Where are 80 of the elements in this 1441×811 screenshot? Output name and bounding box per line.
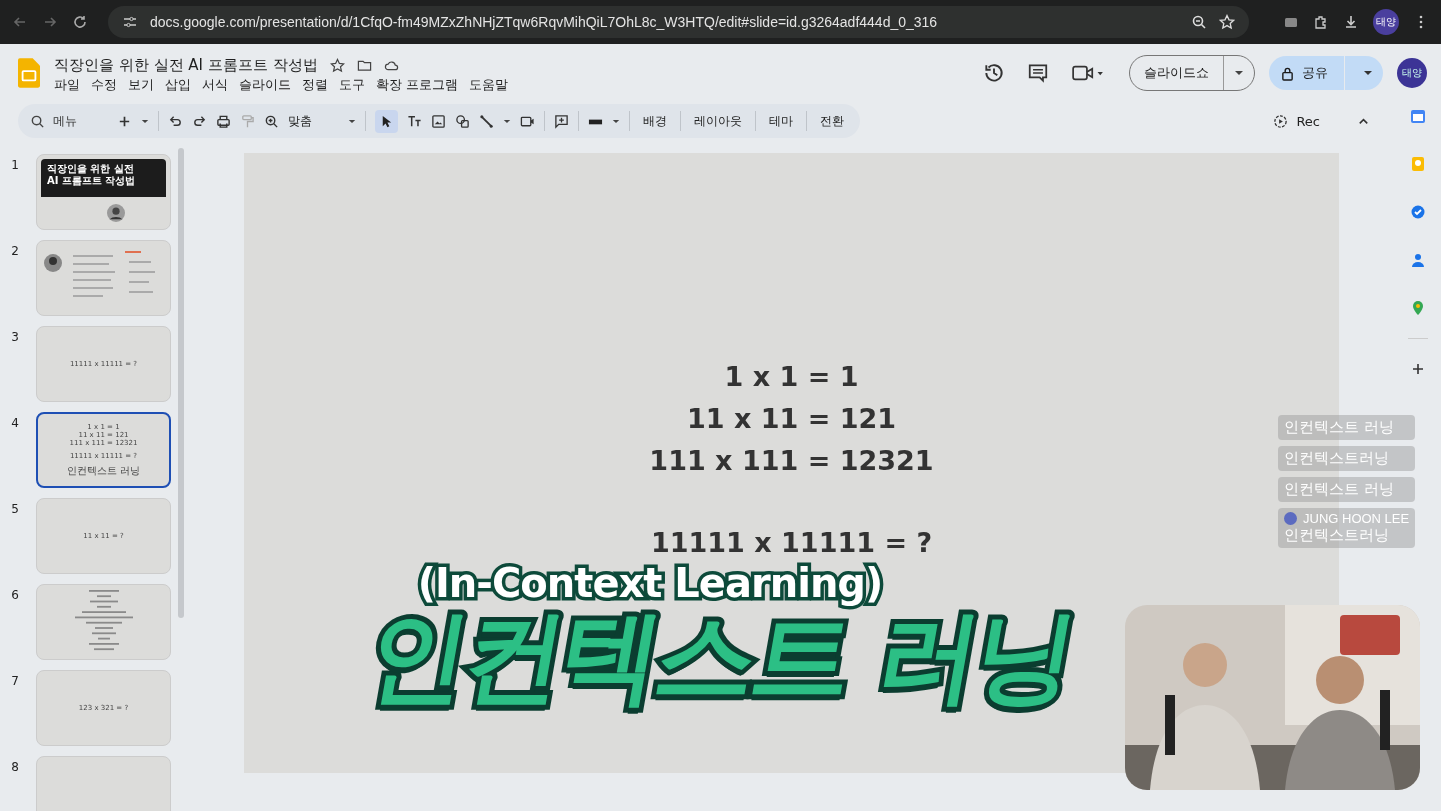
menu-item[interactable]: 도움말 — [469, 77, 508, 94]
profile-avatar[interactable]: 태양 — [1373, 9, 1399, 35]
slide-text: 11111 x 11111 = ? — [650, 526, 933, 560]
plus-icon[interactable] — [1410, 361, 1426, 377]
chat-text: 인컨텍스트러닝 — [1284, 449, 1390, 468]
zoom-icon[interactable] — [1191, 14, 1207, 30]
dropdown-caret-icon — [348, 118, 356, 124]
tasks-icon[interactable] — [1410, 204, 1426, 220]
dropdown-caret-icon[interactable] — [1363, 70, 1373, 76]
user-avatar-icon — [1284, 512, 1297, 525]
zoom-dropdown[interactable]: 맞춤 — [288, 112, 356, 130]
menu-item[interactable]: 도구 — [339, 77, 365, 94]
account-avatar[interactable]: 태양 — [1397, 58, 1427, 88]
text-box-icon[interactable] — [407, 113, 422, 129]
add-comment-icon[interactable] — [554, 113, 569, 129]
toolbar-button[interactable]: 전환 — [816, 112, 848, 130]
rec-button[interactable]: Rec — [1267, 112, 1326, 130]
slide-number: 8 — [10, 759, 20, 774]
thumbnail-text: 인컨텍스트 러닝 — [66, 465, 141, 477]
menu-item[interactable]: 삽입 — [165, 77, 191, 94]
slide-number: 7 — [10, 673, 20, 688]
history-icon[interactable] — [983, 62, 1005, 84]
menu-item[interactable]: 서식 — [202, 77, 228, 94]
slide-number: 4 — [10, 415, 20, 430]
slide-number: 3 — [10, 329, 20, 344]
calendar-icon[interactable] — [1410, 108, 1426, 124]
extensions-icon[interactable] — [1313, 14, 1329, 30]
chat-text: 인컨텍스트러닝 — [1284, 526, 1390, 545]
site-settings-icon[interactable] — [122, 14, 138, 30]
address-bar[interactable]: docs.google.com/presentation/d/1CfqO-fm49MZxZhNHjZTqw6RqvMihQiL7OhL8c_W3HTQ/edit#slide=id.g3264adf444d_0_316 — [108, 6, 1249, 38]
reload-icon[interactable] — [72, 14, 88, 30]
zoom-icon[interactable] — [264, 113, 279, 129]
slide-number: 1 — [10, 157, 20, 172]
folder-icon[interactable] — [356, 58, 372, 73]
slide-text: 111 x 111 = 12321 — [649, 444, 934, 478]
slide-thumbnail[interactable] — [36, 584, 171, 660]
menu-item[interactable]: 확장 프로그램 — [376, 77, 458, 94]
print-icon[interactable] — [216, 113, 231, 129]
download-icon[interactable] — [1343, 14, 1359, 30]
contacts-icon[interactable] — [1410, 252, 1426, 268]
slide-number: 5 — [10, 501, 20, 516]
dropdown-caret-icon[interactable] — [1234, 70, 1244, 76]
dropdown-caret-icon[interactable] — [141, 118, 149, 124]
shape-icon[interactable] — [455, 113, 470, 129]
search-icon — [30, 113, 45, 129]
menu-item[interactable]: 슬라이드 — [239, 77, 291, 94]
star-icon[interactable] — [329, 58, 345, 73]
toolbar-button[interactable]: 배경 — [639, 112, 671, 130]
menu-search-field[interactable]: 메뉴 — [51, 113, 105, 129]
chat-text: 인컨텍스트 러닝 — [1284, 418, 1395, 437]
slide-text: 11 x 11 = 121 — [686, 402, 897, 436]
line-icon[interactable] — [479, 113, 494, 129]
lock-icon — [1281, 65, 1294, 81]
dropdown-caret-icon[interactable] — [612, 118, 620, 124]
chat-text: 인컨텍스트 러닝 — [1284, 480, 1395, 499]
slide-text: 1 x 1 = 1 — [724, 360, 859, 394]
slide-number: 2 — [10, 243, 20, 258]
caption-subtitle: (In-Context Learning) — [417, 560, 883, 606]
toolbar-button[interactable]: 테마 — [765, 112, 797, 130]
record-icon — [1273, 113, 1289, 129]
cloud-icon[interactable] — [383, 58, 399, 73]
menu-item[interactable]: 파일 — [54, 77, 80, 94]
image-icon[interactable] — [431, 113, 446, 129]
person-avatar-icon — [107, 204, 125, 222]
toolbar-button[interactable]: 레이아웃 — [690, 112, 746, 130]
thumbnail-title: 직장인을 위한 실전 AI 프롬프트 작성법 — [47, 163, 137, 187]
menu-item[interactable]: 정렬 — [302, 77, 328, 94]
document-title[interactable]: 직장인을 위한 실전 AI 프롬프트 작성법 — [54, 56, 318, 75]
select-cursor-icon[interactable] — [375, 109, 398, 133]
slide-thumbnail[interactable]: 직장인을 위한 실전 AI 프롬프트 작성법 — [36, 154, 171, 230]
chat-author: JUNG HOON LEE — [1303, 511, 1410, 526]
url-text: docs.google.com/presentation/d/1CfqO-fm49MZxZhNHjZTqw6RqvMihQiL7OhL8c_W3HTQ/edit#slide=id.g3264adf444d_0_316 — [150, 14, 938, 30]
dropdown-caret-icon[interactable] — [503, 118, 511, 124]
share-button[interactable]: 공유 — [1269, 56, 1383, 90]
menu-item[interactable]: 수정 — [91, 77, 117, 94]
slide-thumbnail[interactable] — [36, 756, 171, 811]
map-pin-icon[interactable] — [1410, 300, 1426, 316]
slide-number: 6 — [10, 587, 20, 602]
comment-icon[interactable] — [1027, 62, 1049, 84]
menu-item[interactable]: 보기 — [128, 77, 154, 94]
